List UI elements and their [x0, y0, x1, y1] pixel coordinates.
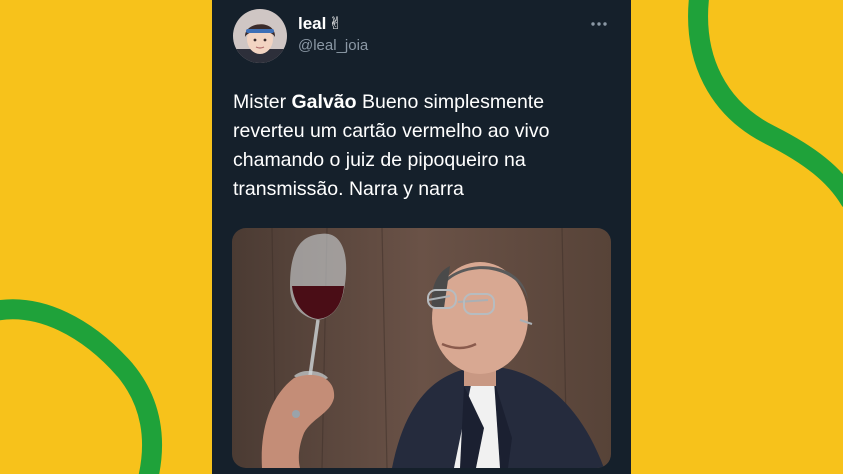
avatar[interactable]	[233, 9, 287, 63]
user-handle[interactable]: @leal_joia	[298, 37, 368, 54]
avatar-image	[233, 9, 287, 63]
more-options-button[interactable]	[587, 14, 611, 34]
display-name-text: leal	[298, 14, 327, 33]
victory-hand-icon: ✌	[328, 14, 343, 33]
tweet-text-bold: Galvão	[291, 91, 357, 113]
display-name[interactable]: leal ✌	[298, 14, 343, 34]
tweet-card: leal ✌ @leal_joia Mister Galvão Bueno sim…	[212, 0, 631, 474]
tweet-media-image[interactable]	[232, 228, 611, 468]
tweet-photo	[232, 228, 611, 468]
tweet-text: Mister Galvão Bueno simplesmente reverte…	[233, 88, 618, 204]
tweet-text-start: Mister	[233, 91, 292, 113]
more-horizontal-icon	[591, 22, 607, 26]
